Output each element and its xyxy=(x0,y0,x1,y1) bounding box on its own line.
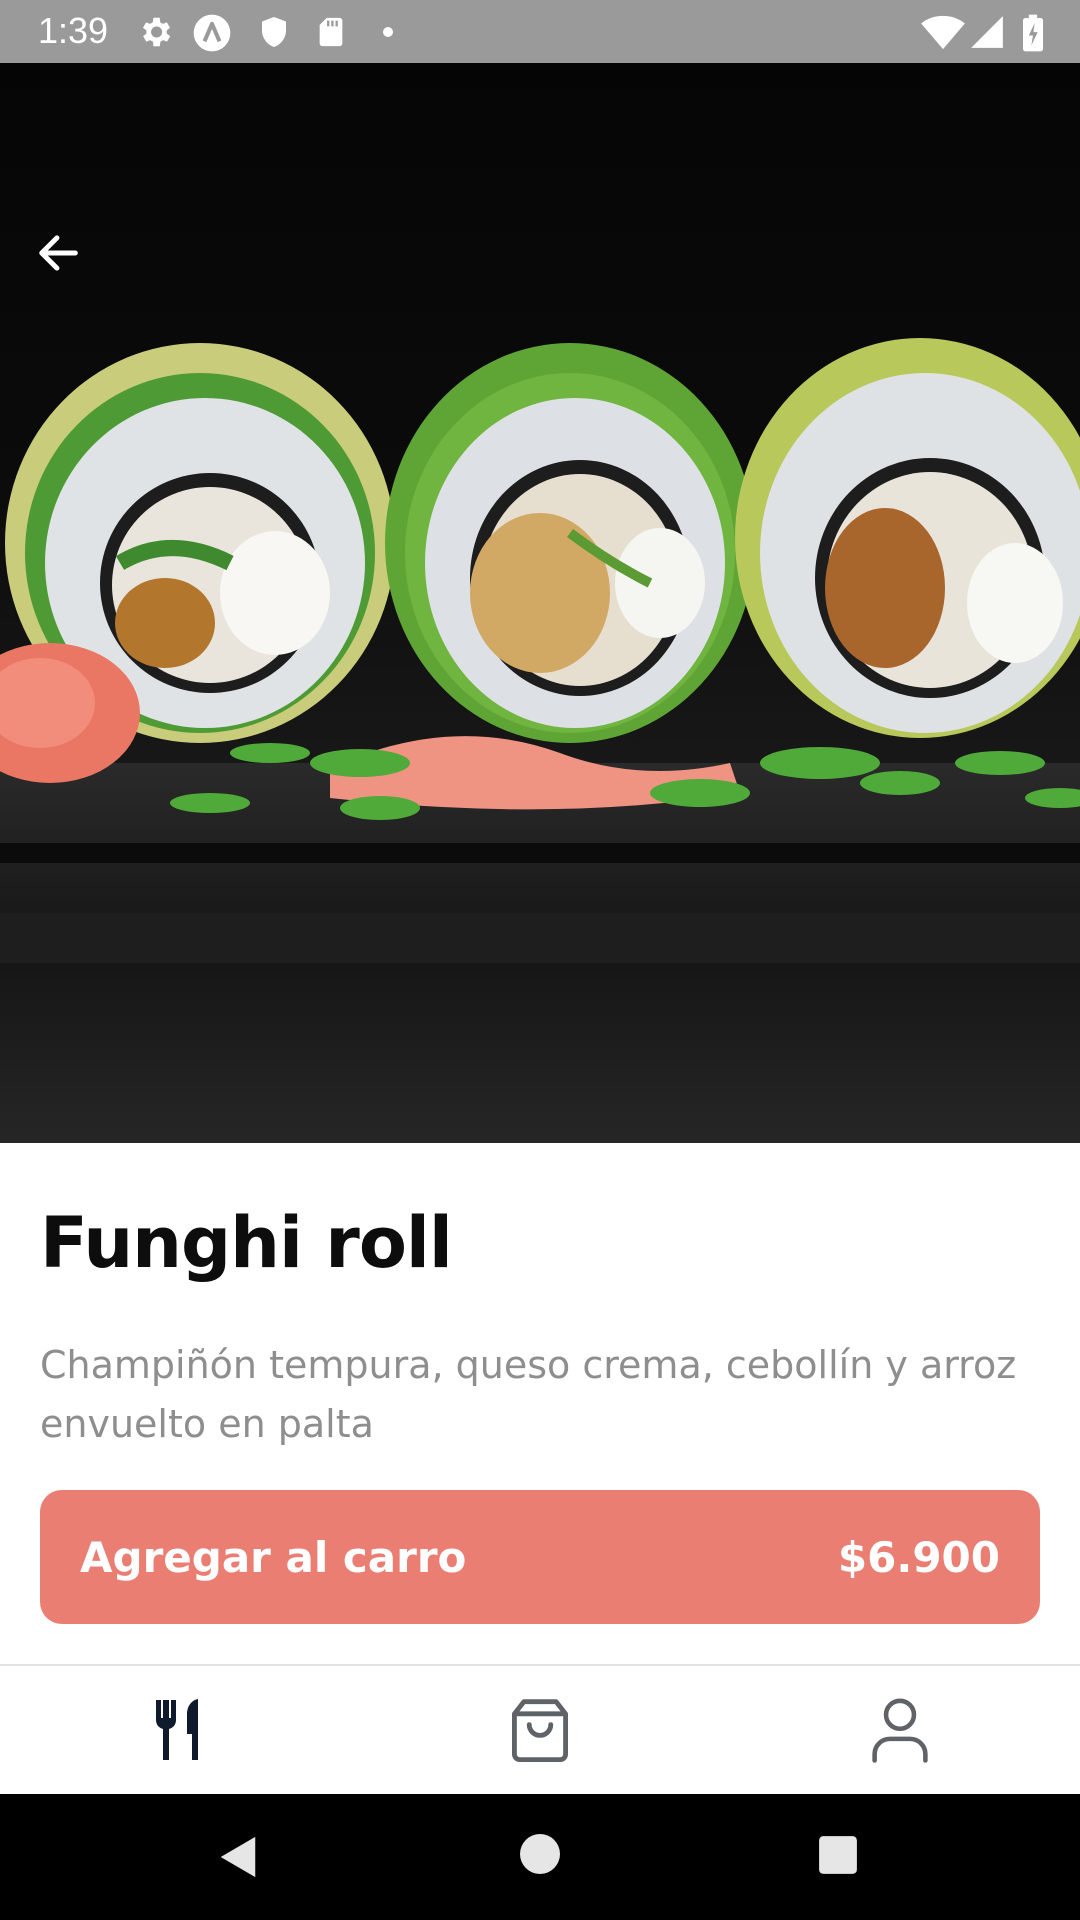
sd-card-icon xyxy=(319,17,343,47)
nav-item-menu[interactable] xyxy=(0,1666,360,1794)
status-bar: 1:39 xyxy=(0,0,1080,63)
back-triangle-icon[interactable] xyxy=(216,1834,260,1880)
bottom-nav xyxy=(0,1666,1080,1794)
dot-icon xyxy=(383,27,393,37)
status-time: 1:39 xyxy=(38,10,109,51)
a-circle-icon xyxy=(193,14,231,52)
add-to-cart-label: Agregar al carro xyxy=(80,1532,467,1582)
dish-description: Champiñón tempura, queso crema, cebollín… xyxy=(40,1343,1017,1446)
sushi-illustration xyxy=(0,338,1080,1143)
user-icon xyxy=(872,1698,928,1763)
system-nav-bar xyxy=(0,1794,1080,1920)
price-label: $6.900 xyxy=(837,1532,1000,1582)
shield-icon xyxy=(262,17,286,47)
food-photo xyxy=(0,63,1080,1143)
signal-icon xyxy=(971,16,1003,48)
wifi-icon xyxy=(921,15,965,50)
arrow-left-icon xyxy=(39,235,78,271)
shopping-bag-icon xyxy=(512,1699,568,1763)
nav-item-cart[interactable] xyxy=(360,1666,720,1794)
nav-item-profile[interactable] xyxy=(720,1666,1080,1794)
gear-icon xyxy=(142,17,171,47)
battery-charging-icon xyxy=(1023,14,1043,52)
recents-square-icon[interactable] xyxy=(817,1834,859,1876)
add-to-cart-button[interactable]: Agregar al carro $6.900 xyxy=(40,1490,1040,1624)
dish-name: Funghi roll xyxy=(40,1202,453,1284)
fork-knife-icon xyxy=(156,1699,198,1760)
home-circle-icon[interactable] xyxy=(518,1832,562,1876)
back-button[interactable] xyxy=(32,227,112,307)
